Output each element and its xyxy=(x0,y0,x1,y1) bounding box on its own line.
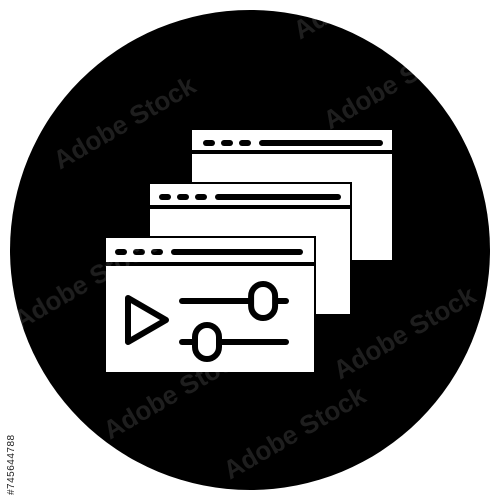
stock-id-label: #745644788 xyxy=(6,434,17,495)
icon-canvas: Adobe Stock Adobe Stock Adobe Stock Adob… xyxy=(8,0,490,490)
watermark-text: Adobe Stock xyxy=(288,0,441,45)
slider-knob-top xyxy=(248,281,279,321)
